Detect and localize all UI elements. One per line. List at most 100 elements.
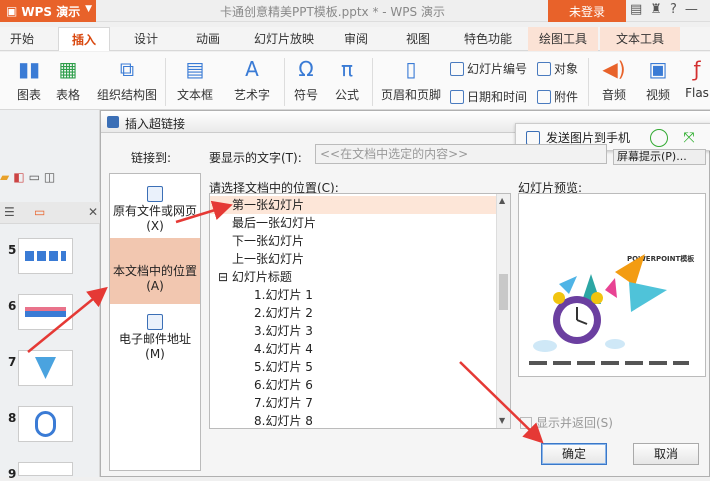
slide-thumbnail[interactable] bbox=[18, 406, 73, 442]
skin-icon[interactable]: ▤ bbox=[630, 2, 642, 17]
tab-view[interactable]: 视图 bbox=[396, 27, 440, 51]
equation-button[interactable]: π 公式 bbox=[332, 56, 362, 103]
object-icon bbox=[537, 61, 551, 76]
slide-thumbnail[interactable] bbox=[18, 462, 73, 476]
header-footer-label: 页眉和页脚 bbox=[380, 88, 441, 102]
slide-number-label: 幻灯片编号 bbox=[467, 62, 528, 76]
title-bar: ▣ WPS 演示 ▼ 卡通创意精美PPT模板.pptx * - WPS 演示 未… bbox=[0, 0, 710, 22]
wordart-button[interactable]: A 艺术字 bbox=[226, 56, 278, 103]
textbox-button[interactable]: ▤ 文本框 bbox=[172, 56, 218, 103]
tree-item-slide[interactable]: 8.幻灯片 8 bbox=[210, 412, 313, 428]
scroll-thumb[interactable] bbox=[499, 274, 508, 310]
insert-hyperlink-dialog: 插入超链接 发送图片到手机 ⤧ 链接到: 要显示的文字(T): <<在文档中选定… bbox=[100, 110, 710, 477]
menu-tabs: 开始 插入 设计 动画 幻灯片放映 审阅 视图 特色功能 绘图工具 文本工具 bbox=[0, 27, 710, 51]
tree-scrollbar[interactable]: ▲ ▼ bbox=[496, 194, 510, 428]
outline-view-icon[interactable]: ☰ bbox=[4, 205, 15, 219]
textbox-icon: ▤ bbox=[185, 57, 205, 81]
tab-features[interactable]: 特色功能 bbox=[456, 27, 520, 51]
tree-item-slide-titles[interactable]: ⊟ 幻灯片标题 bbox=[210, 268, 292, 286]
tree-item-slide[interactable]: 4.幻灯片 4 bbox=[210, 340, 313, 358]
tab-drawing-tools[interactable]: 绘图工具 bbox=[528, 27, 598, 51]
scroll-up-icon[interactable]: ▲ bbox=[499, 196, 505, 205]
tab-animation[interactable]: 动画 bbox=[186, 27, 230, 51]
tab-text-tools[interactable]: 文本工具 bbox=[600, 27, 680, 51]
table-icon: ▦ bbox=[58, 57, 78, 81]
cloud-icon[interactable] bbox=[650, 129, 668, 147]
scroll-down-icon[interactable]: ▼ bbox=[499, 416, 505, 425]
tree-item-first-slide[interactable]: 第一张幻灯片 bbox=[210, 196, 500, 214]
tree-item-last-slide[interactable]: 最后一张幻灯片 bbox=[210, 214, 316, 232]
slide-number: 8 bbox=[8, 411, 17, 425]
attachment-button[interactable]: 附件 bbox=[537, 88, 578, 105]
object-label: 对象 bbox=[554, 62, 579, 76]
slide-thumbnail[interactable] bbox=[18, 350, 73, 386]
help-icon[interactable]: ? bbox=[670, 2, 677, 17]
org-chart-button[interactable]: ⧉ 组织结构图 bbox=[94, 56, 160, 103]
preview-icon[interactable]: ◫ bbox=[44, 170, 55, 184]
tab-insert[interactable]: 插入 bbox=[58, 27, 110, 51]
display-text-label: 要显示的文字(T): bbox=[209, 151, 302, 165]
flash-button[interactable]: ƒ Flas bbox=[684, 56, 710, 100]
preview-illustration bbox=[533, 254, 667, 352]
symbol-button[interactable]: Ω 符号 bbox=[288, 56, 324, 103]
page-icon: ▯ bbox=[405, 57, 417, 81]
expand-icon[interactable]: ⤧ bbox=[680, 129, 698, 147]
ribbon-divider bbox=[165, 58, 166, 106]
collapse-icon[interactable]: ⊟ bbox=[218, 270, 228, 284]
wps-menu-button[interactable]: ▣ WPS 演示 ▼ bbox=[0, 0, 96, 22]
header-footer-button[interactable]: ▯ 页眉和页脚 bbox=[378, 56, 444, 103]
document-location-tree: 第一张幻灯片 最后一张幻灯片 下一张幻灯片 上一张幻灯片 ⊟ 幻灯片标题 1.幻… bbox=[209, 193, 511, 429]
link-option-email[interactable]: 电子邮件地址(M) bbox=[110, 312, 200, 372]
slide-number-icon bbox=[450, 61, 464, 76]
slide-number-button[interactable]: 幻灯片编号 bbox=[450, 60, 527, 77]
slides-view-icon[interactable]: ▭ bbox=[34, 205, 45, 219]
close-panel-icon[interactable]: ✕ bbox=[88, 205, 98, 219]
tab-design[interactable]: 设计 bbox=[124, 27, 168, 51]
flash-label: Flas bbox=[685, 86, 709, 100]
shirt-icon[interactable]: ♜ bbox=[650, 2, 662, 17]
tab-slideshow[interactable]: 幻灯片放映 bbox=[246, 27, 322, 51]
slide-thumbnail[interactable] bbox=[18, 294, 73, 330]
chart-button[interactable]: ▮▮ 图表 bbox=[14, 56, 44, 103]
pdf-icon[interactable]: ◧ bbox=[13, 170, 24, 184]
ribbon-divider bbox=[588, 58, 589, 106]
symbol-label: 符号 bbox=[293, 88, 318, 102]
tree-item-slide[interactable]: 7.幻灯片 7 bbox=[210, 394, 313, 412]
ok-button[interactable]: 确定 bbox=[541, 443, 607, 465]
dialog-title: 插入超链接 bbox=[125, 117, 186, 131]
show-and-return-checkbox[interactable] bbox=[520, 416, 532, 429]
tree-item-slide[interactable]: 6.幻灯片 6 bbox=[210, 376, 313, 394]
login-button[interactable]: 未登录 bbox=[548, 0, 626, 22]
object-button[interactable]: 对象 bbox=[537, 60, 578, 77]
org-chart-icon: ⧉ bbox=[119, 57, 135, 81]
cancel-button[interactable]: 取消 bbox=[633, 443, 699, 465]
chart-label: 图表 bbox=[16, 88, 41, 102]
tree-item-label: 幻灯片标题 bbox=[231, 270, 292, 284]
display-text-input[interactable]: <<在文档中选定的内容>> bbox=[315, 144, 607, 164]
tree-item-slide[interactable]: 1.幻灯片 1 bbox=[210, 286, 313, 304]
table-button[interactable]: ▦ 表格 bbox=[50, 56, 86, 103]
folder-icon[interactable]: ▰ bbox=[0, 170, 9, 184]
slide-thumbnail[interactable] bbox=[18, 238, 73, 274]
tree-item-prev-slide[interactable]: 上一张幻灯片 bbox=[210, 250, 304, 268]
video-button[interactable]: ▣ 视频 bbox=[640, 56, 676, 103]
link-option-this-document[interactable]: 本文档中的位置(A) bbox=[110, 238, 200, 304]
print-icon[interactable]: ▭ bbox=[29, 170, 40, 184]
email-icon bbox=[147, 314, 163, 330]
link-option-label: 电子邮件地址(M) bbox=[118, 332, 191, 361]
tree-item-slide[interactable]: 2.幻灯片 2 bbox=[210, 304, 313, 322]
audio-button[interactable]: ◀) 音频 bbox=[596, 56, 632, 103]
link-option-existing-file[interactable]: 原有文件或网页(X) bbox=[110, 184, 200, 244]
tab-home[interactable]: 开始 bbox=[2, 27, 42, 51]
screentip-button[interactable]: 屏幕提示(P)... bbox=[613, 149, 706, 165]
date-time-button[interactable]: 日期和时间 bbox=[450, 88, 527, 105]
show-and-return-option[interactable]: 显示并返回(S) bbox=[520, 414, 613, 431]
textbox-label: 文本框 bbox=[176, 88, 213, 102]
tree-item-slide[interactable]: 3.幻灯片 3 bbox=[210, 322, 313, 340]
chevron-down-icon: ▼ bbox=[85, 4, 92, 14]
tree-item-next-slide[interactable]: 下一张幻灯片 bbox=[210, 232, 304, 250]
minimize-icon[interactable]: — bbox=[685, 2, 698, 17]
tree-item-slide[interactable]: 5.幻灯片 5 bbox=[210, 358, 313, 376]
audio-label: 音频 bbox=[601, 88, 626, 102]
tab-review[interactable]: 审阅 bbox=[334, 27, 378, 51]
